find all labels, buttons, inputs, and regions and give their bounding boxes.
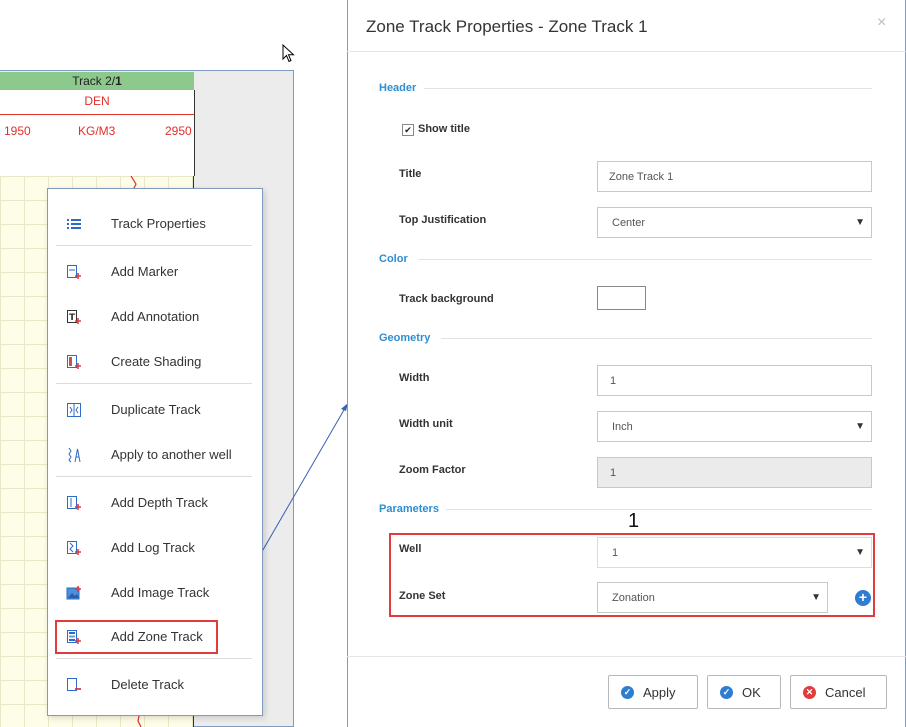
zone-set-select[interactable]: Zonation ▼ [597,582,828,613]
width-unit-select[interactable]: Inch ▼ [597,411,872,442]
annotation-number: 1 [628,510,640,532]
chevron-down-icon: ▼ [855,421,865,432]
cancel-button-label: Cancel [825,685,866,700]
zone-set-label: Zone Set [399,590,446,602]
top-justification-select[interactable]: Center ▼ [597,207,872,238]
track-header-index: 1 [115,74,122,88]
width-unit-value: Inch [612,421,633,433]
dialog-header-divider [347,51,906,52]
menu-item-add-log-track[interactable]: Add Log Track [56,528,252,568]
menu-item-label: Add Log Track [111,540,195,555]
add-marker-icon [67,265,81,279]
delete-track-icon [67,678,81,691]
section-divider [418,259,872,260]
svg-text:T: T [69,313,76,323]
show-title-label: Show title [418,123,470,135]
menu-divider [56,245,252,246]
track-background-swatch[interactable] [597,286,646,310]
zone-track-properties-dialog [347,0,906,727]
section-header: Header [379,82,417,94]
menu-item-label: Add Marker [111,264,179,279]
menu-item-label: Add Image Track [111,585,210,600]
list-icon [67,219,81,229]
top-justification-label: Top Justification [399,214,487,226]
section-parameters: Parameters [379,503,439,515]
menu-item-add-annotation[interactable]: T Add Annotation [56,297,252,337]
section-divider [441,338,872,339]
track-header-label: Track 2/ [72,74,116,88]
section-geometry: Geometry [379,332,431,344]
scale-right: 2950 [165,124,192,138]
menu-divider [56,383,252,384]
well-value: 1 [612,547,619,559]
ok-button-label: OK [742,685,761,700]
menu-item-label: Add Annotation [111,309,200,324]
menu-item-add-depth-track[interactable]: Add Depth Track [56,483,252,523]
menu-divider [56,658,252,659]
section-color: Color [379,253,408,265]
menu-item-delete-track[interactable]: Delete Track [56,665,252,705]
scale-left: 1950 [4,124,31,138]
apply-button-label: Apply [643,685,676,700]
menu-item-label: Add Depth Track [111,495,208,510]
add-depth-track-icon [67,496,81,510]
dialog-title: Zone Track Properties - Zone Track 1 [366,17,648,36]
chevron-down-icon: ▼ [855,217,865,228]
apply-button[interactable]: ✓ Apply [608,675,698,709]
ok-button[interactable]: ✓ OK [707,675,781,709]
title-input[interactable]: Zone Track 1 [597,161,872,192]
check-icon: ✓ [621,686,634,699]
menu-item-label: Track Properties [111,216,206,231]
add-log-track-icon [67,541,81,555]
menu-item-add-marker[interactable]: Add Marker [56,252,252,292]
menu-item-label: Duplicate Track [111,402,201,417]
section-divider [424,88,872,89]
show-title-checkbox[interactable]: ✔ [402,124,414,136]
apply-well-icon [68,447,81,463]
menu-item-apply-to-another-well[interactable]: Apply to another well [56,435,252,475]
add-annotation-icon: T [67,310,81,324]
width-unit-label: Width unit [399,418,453,430]
menu-item-label: Apply to another well [111,447,232,462]
menu-item-add-image-track[interactable]: Add Image Track [56,573,252,613]
chevron-down-icon: ▼ [811,592,821,603]
menu-item-label: Create Shading [111,354,202,369]
width-input[interactable]: 1 [597,365,872,396]
width-label: Width [399,372,430,384]
add-image-track-icon [66,586,81,600]
well-label: Well [399,543,422,555]
title-label: Title [399,168,422,180]
chevron-down-icon: ▼ [855,547,865,558]
section-divider [446,509,872,510]
curve-header-line [0,114,194,115]
create-shading-icon [67,355,81,369]
menu-item-label: Delete Track [111,677,184,692]
track-header[interactable]: Track 2/1 [0,72,194,91]
duplicate-track-icon [67,403,81,417]
menu-item-create-shading[interactable]: Create Shading [56,342,252,382]
dialog-footer-divider [347,656,906,657]
zone-track-highlight [55,620,218,654]
menu-item-track-properties[interactable]: Track Properties [56,204,252,244]
mouse-cursor-icon [282,44,295,63]
menu-divider [56,476,252,477]
well-select[interactable]: 1 ▼ [597,537,872,568]
top-justification-value: Center [612,217,646,229]
add-zone-set-icon[interactable]: + [855,590,871,606]
scale-unit: KG/M3 [78,124,116,138]
track-background-label: Track background [399,293,494,305]
zoom-factor-label: Zoom Factor [399,464,466,476]
menu-item-duplicate-track[interactable]: Duplicate Track [56,390,252,430]
check-icon: ✓ [720,686,733,699]
zoom-factor-input: 1 [597,457,872,488]
cancel-button[interactable]: ✕ Cancel [790,675,887,709]
curve-name: DEN [84,94,110,108]
cancel-icon: ✕ [803,686,816,699]
close-icon[interactable]: × [877,14,886,32]
zone-set-value: Zonation [612,592,655,604]
